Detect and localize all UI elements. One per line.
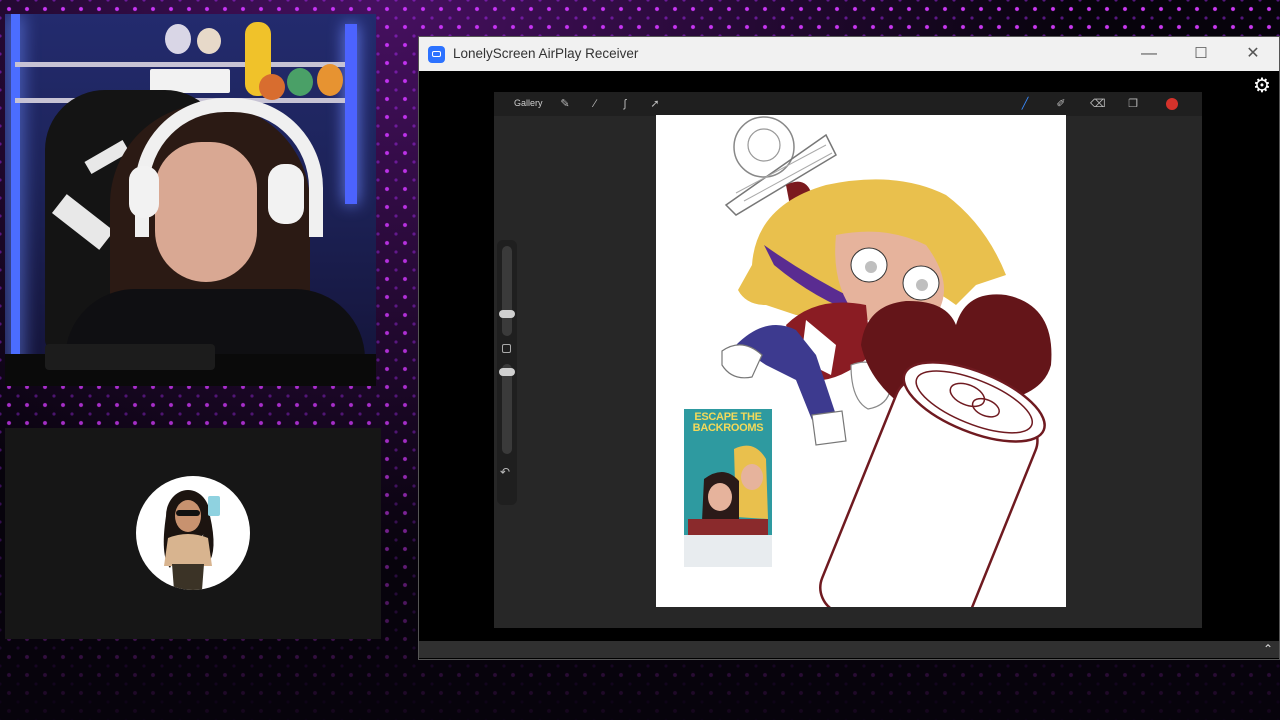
undo-icon[interactable]: ↶ <box>500 465 510 479</box>
headset-earcup-right <box>268 164 304 224</box>
keyboard <box>45 344 215 370</box>
eraser-icon[interactable]: ⌫ <box>1090 97 1106 111</box>
settings-gear-icon[interactable]: ⚙ <box>1250 74 1274 98</box>
gallery-button[interactable]: Gallery <box>514 98 543 108</box>
procreate-sidebar: ↶ <box>497 240 517 505</box>
window-title: LonelyScreen AirPlay Receiver <box>453 46 639 61</box>
title-bar[interactable]: LonelyScreen AirPlay Receiver — ☐ ✕ <box>419 37 1279 71</box>
mirrored-ipad-screen: Gallery ✎ ∕ ʃ ➚ ╱ ✐ ⌫ ❐ ↶ ESCAPE THE BAC… <box>494 92 1202 628</box>
smudge-icon[interactable]: ✐ <box>1054 97 1068 111</box>
plush-toy <box>197 28 221 54</box>
drawing-canvas[interactable]: ESCAPE THE BACKROOMS <box>656 115 1066 607</box>
led-strip-right <box>345 24 357 204</box>
lonelyscreen-window: LonelyScreen AirPlay Receiver — ☐ ✕ ⚙ Ga… <box>418 36 1280 660</box>
plush-toy <box>287 68 313 96</box>
transform-icon[interactable]: ➚ <box>648 97 662 111</box>
avatar <box>136 476 250 590</box>
brush-size-knob[interactable] <box>499 310 515 318</box>
color-picker-button[interactable] <box>1166 98 1178 110</box>
brush-icon[interactable]: ╱ <box>1018 97 1032 111</box>
plush-toy <box>259 74 285 100</box>
procreate-toolbar: Gallery ✎ ∕ ʃ ➚ ╱ ✐ ⌫ ❐ <box>494 92 1202 116</box>
webcam-feed <box>5 14 376 386</box>
plush-toy <box>317 64 343 96</box>
selection-icon[interactable]: ʃ <box>618 97 632 111</box>
reference-poster: ESCAPE THE BACKROOMS <box>684 409 772 567</box>
avatar-illustration <box>163 490 220 590</box>
layers-icon[interactable]: ❐ <box>1126 97 1140 111</box>
minimize-button[interactable]: — <box>1123 37 1175 71</box>
opacity-knob[interactable] <box>499 368 515 376</box>
chevron-up-icon[interactable]: ⌃ <box>1259 641 1277 658</box>
avatar-panel <box>5 428 381 639</box>
opacity-slider[interactable] <box>499 364 515 454</box>
close-button[interactable]: ✕ <box>1227 37 1279 71</box>
wrench-icon[interactable]: ✎ <box>558 97 572 111</box>
shelf <box>15 62 345 67</box>
led-strip-left <box>11 14 20 384</box>
modify-button[interactable] <box>502 344 511 353</box>
headset-earcup-left <box>129 166 159 218</box>
plush-toy <box>165 24 191 54</box>
lonelyscreen-app-icon <box>428 46 445 63</box>
brush-size-slider[interactable] <box>499 246 515 336</box>
adjustments-icon[interactable]: ∕ <box>588 97 602 111</box>
horizontal-scrollbar[interactable]: ⌃ <box>419 641 1279 658</box>
maximize-button[interactable]: ☐ <box>1175 37 1227 71</box>
